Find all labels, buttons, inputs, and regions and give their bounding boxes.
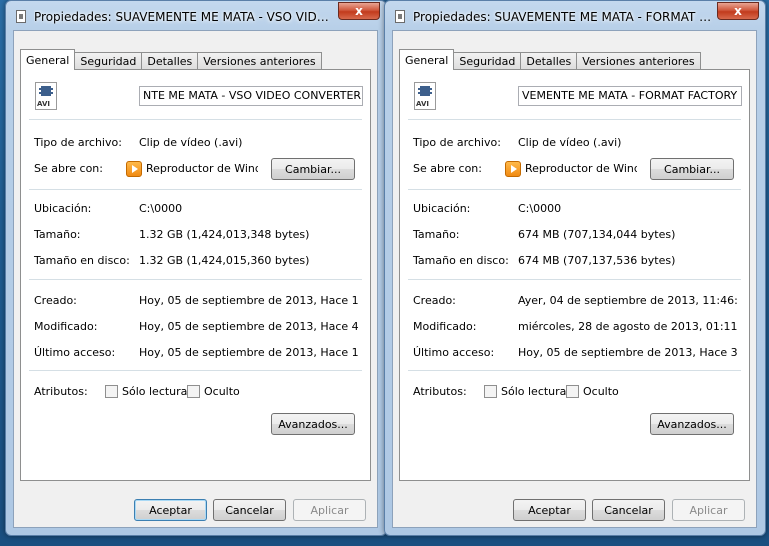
- se-abre-con-label: Se abre con:: [34, 162, 103, 175]
- close-button[interactable]: x: [717, 2, 759, 20]
- solo-lectura-checkbox[interactable]: [484, 385, 497, 398]
- divider: [29, 279, 362, 280]
- se-abre-con-label: Se abre con:: [413, 162, 482, 175]
- ultimo-acceso-value: Hoy, 05 de septiembre de 2013, Hace 15 m…: [139, 346, 359, 359]
- tab-general[interactable]: General: [20, 49, 76, 70]
- tamano-value: 674 MB (707,134,044 bytes): [518, 228, 676, 241]
- creado-value: Hoy, 05 de septiembre de 2013, Hace 15 m…: [139, 294, 359, 307]
- tamano-value: 1.32 GB (1,424,013,348 bytes): [139, 228, 310, 241]
- aceptar-button[interactable]: Aceptar: [513, 499, 586, 521]
- general-panel: AVI NTE ME MATA - VSO VIDEO CONVERTER Ti…: [20, 69, 371, 481]
- tamano-disco-value: 674 MB (707,137,536 bytes): [518, 254, 676, 267]
- tab-seguridad[interactable]: Seguridad: [74, 52, 143, 70]
- ubicacion-value: C:\0000: [139, 202, 183, 215]
- file-name-input[interactable]: NTE ME MATA - VSO VIDEO CONVERTER: [139, 86, 363, 106]
- tab-seguridad[interactable]: Seguridad: [453, 52, 522, 70]
- tamano-label: Tamaño:: [34, 228, 81, 241]
- ubicacion-value: C:\0000: [518, 202, 562, 215]
- tab-detalles[interactable]: Detalles: [520, 52, 578, 70]
- creado-label: Creado:: [413, 294, 456, 307]
- title-bar[interactable]: Propiedades: SUAVEMENTE ME MATA - FORMAT…: [385, 1, 765, 29]
- modificado-value: Hoy, 05 de septiembre de 2013, Hace 46 m…: [139, 320, 359, 333]
- close-button[interactable]: x: [338, 2, 380, 20]
- aplicar-button[interactable]: Aplicar: [293, 499, 366, 521]
- film-icon: [418, 86, 432, 96]
- window-title: Propiedades: SUAVEMENTE ME MATA - FORMAT…: [413, 10, 715, 24]
- cancelar-button[interactable]: Cancelar: [592, 499, 665, 521]
- general-panel: AVI VEMENTE ME MATA - FORMAT FACTORY Tip…: [399, 69, 750, 481]
- divider: [408, 370, 741, 371]
- media-player-icon: [505, 161, 521, 177]
- tab-detalles[interactable]: Detalles: [141, 52, 199, 70]
- cambiar-button[interactable]: Cambiar...: [271, 158, 355, 180]
- ubicacion-label: Ubicación:: [34, 202, 92, 215]
- aceptar-button[interactable]: Aceptar: [134, 499, 207, 521]
- tamano-disco-label: Tamaño en disco:: [413, 254, 509, 267]
- modificado-value: miércoles, 28 de agosto de 2013, 01:11:2…: [518, 320, 738, 333]
- tab-general[interactable]: General: [399, 49, 455, 70]
- tipo-archivo-value: Clip de vídeo (.avi): [518, 136, 622, 149]
- file-name-input[interactable]: VEMENTE ME MATA - FORMAT FACTORY: [518, 86, 742, 106]
- properties-window-format-factory: Propiedades: SUAVEMENTE ME MATA - FORMAT…: [384, 0, 766, 536]
- tipo-archivo-label: Tipo de archivo:: [413, 136, 501, 149]
- ultimo-acceso-label: Último acceso:: [34, 346, 116, 359]
- cambiar-button[interactable]: Cambiar...: [650, 158, 734, 180]
- ubicacion-label: Ubicación:: [413, 202, 471, 215]
- cancelar-button[interactable]: Cancelar: [213, 499, 286, 521]
- divider: [29, 119, 362, 120]
- tamano-disco-label: Tamaño en disco:: [34, 254, 130, 267]
- divider: [29, 370, 362, 371]
- tipo-archivo-value: Clip de vídeo (.avi): [139, 136, 243, 149]
- avanzados-button[interactable]: Avanzados...: [650, 413, 734, 435]
- solo-lectura-checkbox[interactable]: [105, 385, 118, 398]
- oculto-label[interactable]: Oculto: [583, 385, 619, 398]
- oculto-checkbox[interactable]: [566, 385, 579, 398]
- divider: [408, 189, 741, 190]
- properties-window-vso: Propiedades: SUAVEMENTE ME MATA - VSO VI…: [5, 0, 387, 536]
- oculto-label[interactable]: Oculto: [204, 385, 240, 398]
- opens-with-app: Reproductor de Windows Media: [146, 162, 258, 175]
- file-icon-label: AVI: [416, 100, 429, 108]
- document-icon: [395, 10, 405, 23]
- tab-versiones-anteriores[interactable]: Versiones anteriores: [576, 52, 701, 70]
- avanzados-button[interactable]: Avanzados...: [271, 413, 355, 435]
- ultimo-acceso-value: Hoy, 05 de septiembre de 2013, Hace 3 ho…: [518, 346, 738, 359]
- title-bar[interactable]: Propiedades: SUAVEMENTE ME MATA - VSO VI…: [6, 1, 386, 29]
- ultimo-acceso-label: Último acceso:: [413, 346, 495, 359]
- solo-lectura-label[interactable]: Sólo lectura: [501, 385, 566, 398]
- media-player-icon: [126, 161, 142, 177]
- opens-with-app: Reproductor de Windows Media: [525, 162, 637, 175]
- atributos-label: Atributos:: [34, 385, 88, 398]
- modificado-label: Modificado:: [413, 320, 477, 333]
- aplicar-button[interactable]: Aplicar: [672, 499, 745, 521]
- film-icon: [39, 86, 53, 96]
- solo-lectura-label[interactable]: Sólo lectura: [122, 385, 187, 398]
- dialog-body: General Seguridad Detalles Versiones ant…: [13, 30, 378, 528]
- avi-file-icon: AVI: [414, 82, 436, 110]
- tamano-disco-value: 1.32 GB (1,424,015,360 bytes): [139, 254, 310, 267]
- tamano-label: Tamaño:: [413, 228, 460, 241]
- divider: [408, 119, 741, 120]
- tab-versiones-anteriores[interactable]: Versiones anteriores: [197, 52, 322, 70]
- window-title: Propiedades: SUAVEMENTE ME MATA - VSO VI…: [34, 10, 336, 24]
- atributos-label: Atributos:: [413, 385, 467, 398]
- avi-file-icon: AVI: [35, 82, 57, 110]
- creado-value: Ayer, 04 de septiembre de 2013, 11:46:11…: [518, 294, 738, 307]
- creado-label: Creado:: [34, 294, 77, 307]
- modificado-label: Modificado:: [34, 320, 98, 333]
- document-icon: [16, 10, 26, 23]
- divider: [408, 279, 741, 280]
- divider: [29, 189, 362, 190]
- tab-strip: General Seguridad Detalles Versiones ant…: [399, 49, 701, 70]
- tipo-archivo-label: Tipo de archivo:: [34, 136, 122, 149]
- file-icon-label: AVI: [37, 100, 50, 108]
- dialog-body: General Seguridad Detalles Versiones ant…: [392, 30, 757, 528]
- tab-strip: General Seguridad Detalles Versiones ant…: [20, 49, 322, 70]
- oculto-checkbox[interactable]: [187, 385, 200, 398]
